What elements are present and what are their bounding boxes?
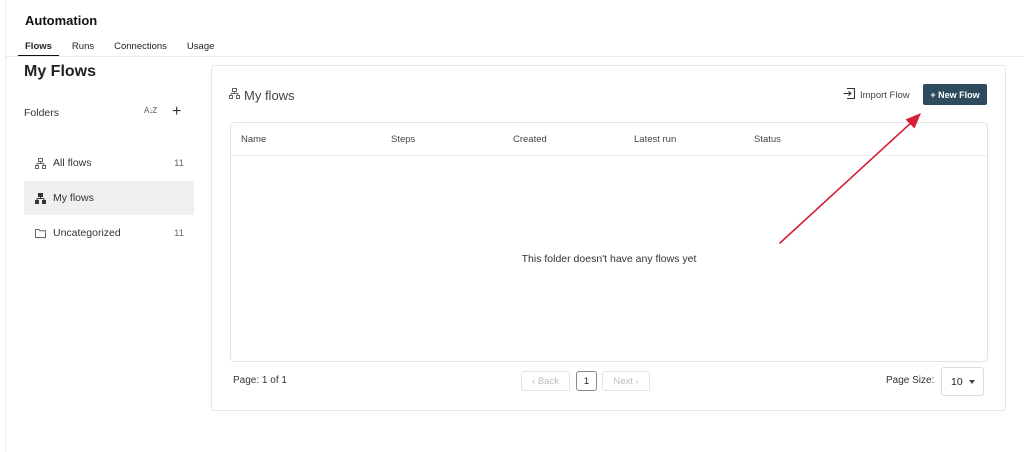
folders-header: Folders A↓Z + [24, 103, 194, 123]
sidebar-item-count: 11 [174, 227, 184, 239]
tab-connections[interactable]: Connections [107, 38, 174, 56]
import-flow-label: Import Flow [860, 89, 910, 101]
tab-flows[interactable]: Flows [18, 38, 59, 56]
sort-az-icon[interactable]: A↓Z [144, 106, 157, 115]
column-header-latest-run[interactable]: Latest run [634, 134, 676, 145]
pagination-next-button[interactable]: Next › [602, 371, 650, 391]
pagination-page-1[interactable]: 1 [576, 371, 597, 391]
folders-label: Folders [24, 107, 60, 119]
column-header-created[interactable]: Created [513, 134, 547, 145]
import-icon [843, 86, 856, 104]
tab-bar-divider [5, 56, 1024, 57]
panel-title: My flows [229, 86, 295, 104]
new-flow-button[interactable]: + New Flow [923, 84, 987, 105]
sidebar-item-label: My flows [53, 192, 94, 204]
chevron-down-icon [969, 380, 975, 384]
empty-state-message: This folder doesn't have any flows yet [521, 253, 697, 265]
flow-tree-icon [229, 86, 240, 104]
flows-table: Name Steps Created Latest run Status Thi… [230, 122, 988, 362]
page-left-border [5, 0, 6, 452]
sidebar-item-my-flows[interactable]: My flows [24, 181, 194, 215]
column-header-steps[interactable]: Steps [391, 134, 415, 145]
sidebar-item-label: All flows [53, 157, 92, 169]
app-title: Automation [25, 13, 98, 28]
panel-title-text: My flows [244, 87, 295, 103]
pagination-back-button[interactable]: ‹ Back [521, 371, 570, 391]
page-info: Page: 1 of 1 [233, 375, 287, 386]
folder-icon [33, 228, 47, 238]
page-size-label: Page Size: [886, 375, 935, 386]
page-title: My Flows [24, 63, 97, 80]
flow-tree-icon [33, 192, 47, 204]
page-size-value: 10 [951, 375, 963, 388]
sidebar-item-all-flows[interactable]: All flows 11 [24, 146, 194, 180]
sidebar-item-uncategorized[interactable]: Uncategorized 11 [24, 216, 194, 250]
sidebar-item-count: 11 [174, 157, 184, 169]
column-header-status[interactable]: Status [754, 134, 781, 145]
plus-icon[interactable]: + [172, 104, 181, 120]
table-header: Name Steps Created Latest run Status [231, 123, 987, 156]
column-header-name[interactable]: Name [241, 134, 266, 145]
page-size-select[interactable]: 10 [941, 367, 984, 396]
tab-bar: Flows Runs Connections Usage [18, 38, 227, 56]
tab-usage[interactable]: Usage [180, 38, 221, 56]
flow-tree-icon [33, 157, 47, 169]
sidebar-item-label: Uncategorized [53, 227, 121, 239]
import-flow-button[interactable]: Import Flow [843, 87, 910, 103]
tab-runs[interactable]: Runs [65, 38, 101, 56]
